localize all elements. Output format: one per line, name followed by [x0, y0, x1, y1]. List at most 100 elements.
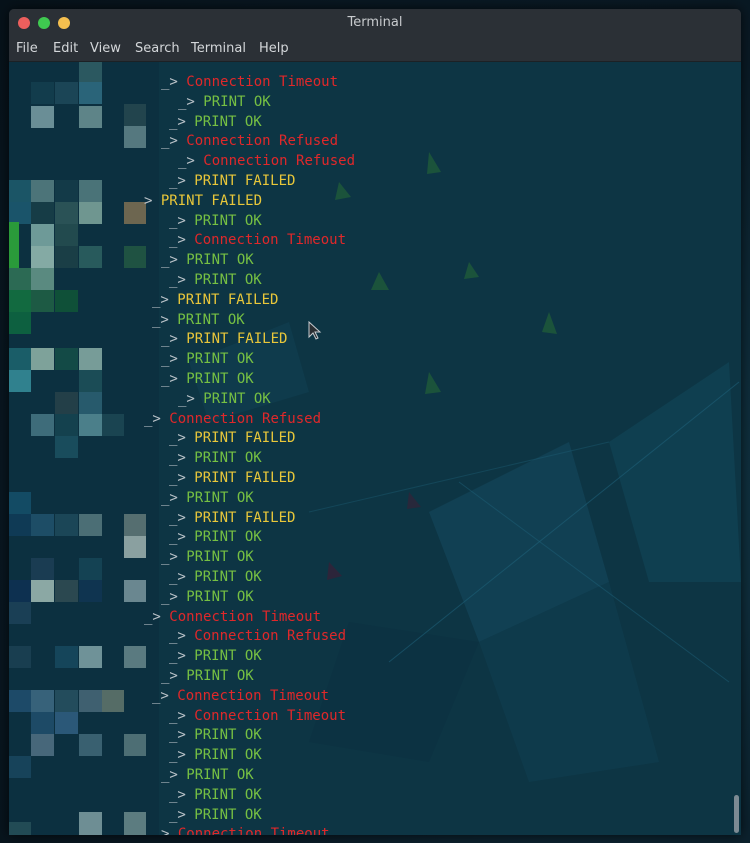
line-prompt: _> [169, 727, 195, 744]
line-status-failed: PRINT FAILED [194, 470, 296, 486]
scrollbar-thumb[interactable] [734, 795, 739, 833]
terminal-line: _> PRINT OK [161, 765, 254, 785]
line-prompt: _> [161, 767, 187, 783]
line-status-failed: PRINT FAILED [186, 331, 288, 348]
line-status-ok: PRINT OK [194, 786, 262, 803]
line-prompt: _> [152, 291, 178, 308]
terminal-line: _> Connection Timeout [169, 706, 346, 726]
line-prompt: _> [169, 786, 195, 803]
line-prompt: > [161, 826, 178, 835]
terminal-line: _> PRINT OK [178, 92, 271, 112]
terminal-line: _> Connection Refused [161, 131, 338, 151]
menu-bar: File Edit View Search Terminal Help [9, 37, 741, 62]
line-prompt: _> [169, 113, 195, 130]
menu-file[interactable]: File [16, 37, 38, 61]
line-status-ok: PRINT OK [186, 252, 254, 269]
line-prompt: _> [144, 608, 170, 625]
title-bar[interactable]: Terminal [9, 9, 741, 37]
line-status-failed: PRINT FAILED [160, 192, 263, 209]
line-status-ok: PRINT OK [203, 390, 271, 407]
line-status-ok: PRINT OK [194, 727, 262, 744]
line-status-ok: PRINT OK [186, 588, 254, 605]
terminal-line: _> PRINT OK [161, 587, 254, 607]
terminal-line: _> PRINT OK [169, 785, 262, 805]
line-prompt: > [144, 192, 161, 209]
terminal-line: _> PRINT OK [169, 805, 262, 825]
terminal-line: _> PRINT OK [169, 270, 262, 290]
line-status-error: Connection Refused [194, 628, 347, 645]
line-status-ok: PRINT OK [194, 648, 262, 665]
line-status-failed: PRINT FAILED [194, 430, 296, 447]
menu-help[interactable]: Help [259, 37, 289, 61]
terminal-line: _> PRINT FAILED [161, 329, 287, 349]
line-prompt: _> [169, 232, 195, 249]
line-prompt: _> [178, 93, 204, 110]
line-prompt: _> [152, 687, 178, 704]
line-prompt: _> [169, 529, 195, 546]
terminal-line: _> PRINT OK [161, 369, 254, 389]
terminal-line: _> PRINT OK [169, 745, 262, 765]
terminal-output[interactable]: _> Connection Timeout _> PRINT OK _> PRINT… [9, 62, 741, 835]
line-prompt: _> [169, 648, 195, 665]
line-prompt: _> [161, 252, 187, 269]
scrollbar[interactable] [732, 62, 740, 835]
line-prompt: _> [161, 133, 187, 150]
menu-terminal[interactable]: Terminal [191, 37, 246, 61]
line-prompt: _> [161, 489, 187, 506]
terminal-line: _> PRINT OK [169, 646, 262, 666]
line-status-error: Connection Refused [169, 410, 322, 427]
terminal-line: _> PRINT OK [161, 547, 254, 567]
terminal-line: _> PRINT OK [169, 725, 262, 745]
line-status-error: Connection Timeout [194, 232, 347, 249]
line-status-ok: PRINT OK [194, 113, 262, 130]
line-status-ok: PRINT OK [177, 311, 245, 328]
terminal-line: _> PRINT OK [161, 488, 254, 508]
line-status-ok: PRINT OK [194, 569, 262, 585]
terminal-line: _> PRINT OK [161, 250, 254, 270]
terminal-line: _> Connection Refused [144, 409, 321, 429]
terminal-line: > PRINT FAILED [144, 191, 262, 211]
line-prompt: _> [161, 331, 187, 348]
line-status-failed: PRINT FAILED [177, 291, 279, 308]
line-prompt: _> [169, 806, 195, 823]
terminal-window: Terminal File Edit View Search Terminal … [9, 9, 741, 835]
line-status-error: Connection Timeout [177, 687, 330, 704]
line-status-ok: PRINT OK [186, 371, 254, 387]
terminal-line: _> PRINT OK [161, 666, 254, 686]
line-prompt: _> [169, 707, 195, 724]
line-prompt: _> [161, 588, 187, 605]
line-status-failed: PRINT FAILED [194, 173, 296, 189]
line-prompt: _> [169, 212, 195, 229]
menu-view[interactable]: View [90, 37, 121, 61]
line-prompt: _> [169, 509, 195, 526]
terminal-line: _> PRINT OK [169, 448, 262, 468]
menu-search[interactable]: Search [135, 37, 180, 61]
line-prompt: _> [161, 351, 187, 368]
mouse-pointer-icon [308, 321, 322, 340]
line-prompt: _> [169, 747, 195, 764]
line-status-ok: PRINT OK [194, 747, 262, 764]
terminal-line: _> PRINT OK [178, 389, 271, 409]
line-status-ok: PRINT OK [186, 668, 254, 684]
line-prompt: _> [169, 430, 195, 447]
line-status-ok: PRINT OK [194, 212, 262, 229]
line-status-ok: PRINT OK [194, 272, 262, 288]
terminal-line: _> PRINT FAILED [169, 508, 295, 528]
terminal-line: _> PRINT OK [169, 527, 262, 547]
line-status-error: Connection Refused [186, 133, 339, 150]
line-status-error: Connection Timeout [186, 74, 339, 90]
terminal-line: _> PRINT FAILED [169, 428, 295, 448]
line-status-ok: PRINT OK [186, 549, 254, 566]
window-title: Terminal [347, 15, 403, 30]
terminal-line: _> Connection Timeout [144, 607, 321, 627]
terminal-line: _> Connection Timeout [161, 72, 338, 92]
terminal-line: > Connection Timeout [161, 824, 330, 835]
terminal-line: _> PRINT FAILED [169, 468, 295, 488]
menu-edit[interactable]: Edit [53, 37, 78, 61]
terminal-line: _> PRINT OK [169, 112, 262, 132]
line-prompt: _> [161, 74, 187, 90]
line-prompt: _> [161, 549, 187, 566]
terminal-line: _> PRINT OK [169, 211, 262, 231]
line-status-ok: PRINT OK [194, 450, 262, 467]
terminal-line: _> PRINT OK [169, 567, 262, 587]
